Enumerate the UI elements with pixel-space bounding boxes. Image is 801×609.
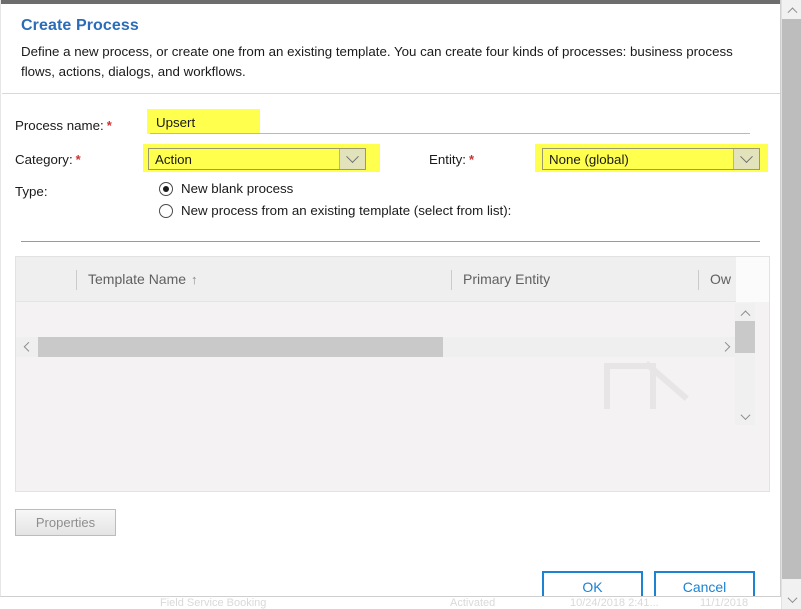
chevron-down-icon[interactable] bbox=[782, 590, 801, 609]
category-selected-value: Action bbox=[155, 151, 192, 167]
grid-vertical-scrollbar[interactable] bbox=[735, 303, 755, 425]
grid-horizontal-scroll-thumb[interactable] bbox=[38, 337, 443, 357]
chevron-down-icon[interactable] bbox=[339, 149, 365, 169]
required-asterisk: * bbox=[468, 152, 475, 167]
grid-header-row: Template Name ↑ Primary Entity Ow bbox=[16, 257, 769, 302]
process-name-label: Process name: * bbox=[15, 118, 112, 133]
column-header-primary-entity-label: Primary Entity bbox=[463, 271, 551, 287]
chevron-down-icon[interactable] bbox=[735, 407, 755, 425]
dialog-content: Create Process Define a new process, or … bbox=[2, 4, 780, 596]
chevron-right-icon[interactable] bbox=[717, 337, 737, 357]
page-scroll-thumb[interactable] bbox=[782, 19, 801, 579]
empty-grid-watermark-icon bbox=[604, 361, 694, 409]
column-divider bbox=[698, 270, 699, 290]
column-header-template-name[interactable]: Template Name ↑ bbox=[88, 271, 198, 287]
background-cell-status: Activated bbox=[450, 597, 496, 609]
sort-ascending-icon: ↑ bbox=[191, 272, 198, 287]
radio-indicator-template[interactable] bbox=[159, 203, 173, 218]
template-grid: Template Name ↑ Primary Entity Ow bbox=[15, 256, 770, 492]
grid-vertical-scroll-thumb[interactable] bbox=[735, 321, 755, 353]
grid-horizontal-scrollbar[interactable] bbox=[16, 337, 737, 357]
radio-indicator-blank[interactable] bbox=[159, 181, 173, 196]
entity-selected-value: None (global) bbox=[549, 151, 629, 167]
radio-label-blank: New blank process bbox=[181, 181, 294, 196]
category-dropdown[interactable]: Action bbox=[148, 148, 366, 170]
column-header-owner[interactable]: Ow bbox=[710, 271, 731, 287]
required-asterisk: * bbox=[106, 118, 112, 133]
radio-new-blank-process[interactable]: New blank process bbox=[159, 181, 293, 196]
background-cell-modified: 10/24/2018 2:41... bbox=[570, 597, 659, 609]
category-label: Category: * bbox=[15, 152, 81, 167]
column-header-primary-entity[interactable]: Primary Entity bbox=[463, 271, 550, 287]
background-row: Field Service Booking Activated 10/24/20… bbox=[0, 597, 780, 609]
divider-middle bbox=[21, 241, 760, 242]
properties-button[interactable]: Properties bbox=[15, 509, 116, 536]
page-scrollbar[interactable] bbox=[781, 0, 801, 609]
background-cell-name: Field Service Booking bbox=[160, 597, 267, 609]
chevron-left-icon[interactable] bbox=[16, 337, 36, 357]
chevron-up-icon[interactable] bbox=[735, 303, 755, 321]
chevron-down-icon[interactable] bbox=[733, 149, 759, 169]
chevron-up-icon[interactable] bbox=[782, 0, 801, 19]
entity-label-text: Entity: bbox=[429, 152, 466, 167]
screen: Field Service Booking Activated 10/24/20… bbox=[0, 0, 801, 609]
create-process-dialog: Create Process Define a new process, or … bbox=[0, 0, 781, 597]
column-divider bbox=[451, 270, 452, 290]
radio-label-template: New process from an existing template (s… bbox=[181, 203, 512, 218]
dialog-description: Define a new process, or create one from… bbox=[21, 44, 733, 79]
process-name-input[interactable] bbox=[150, 112, 750, 134]
grid-header-corner bbox=[736, 257, 769, 302]
grid-body bbox=[16, 303, 737, 425]
ok-button[interactable]: OK bbox=[542, 571, 643, 596]
column-header-template-name-label: Template Name bbox=[88, 271, 187, 287]
type-label: Type: bbox=[15, 184, 48, 199]
page-title: Create Process bbox=[21, 17, 139, 34]
column-header-owner-label: Ow bbox=[710, 271, 731, 287]
cancel-button[interactable]: Cancel bbox=[654, 571, 755, 596]
radio-new-from-template[interactable]: New process from an existing template (s… bbox=[159, 203, 511, 218]
process-name-label-text: Process name: bbox=[15, 118, 104, 133]
required-asterisk: * bbox=[75, 152, 81, 167]
divider-top bbox=[2, 93, 780, 94]
background-cell-date: 11/1/2018 bbox=[700, 597, 749, 609]
entity-label: Entity: * bbox=[429, 152, 474, 167]
category-label-text: Category: bbox=[15, 152, 73, 167]
column-divider bbox=[76, 270, 77, 290]
entity-dropdown[interactable]: None (global) bbox=[542, 148, 760, 170]
